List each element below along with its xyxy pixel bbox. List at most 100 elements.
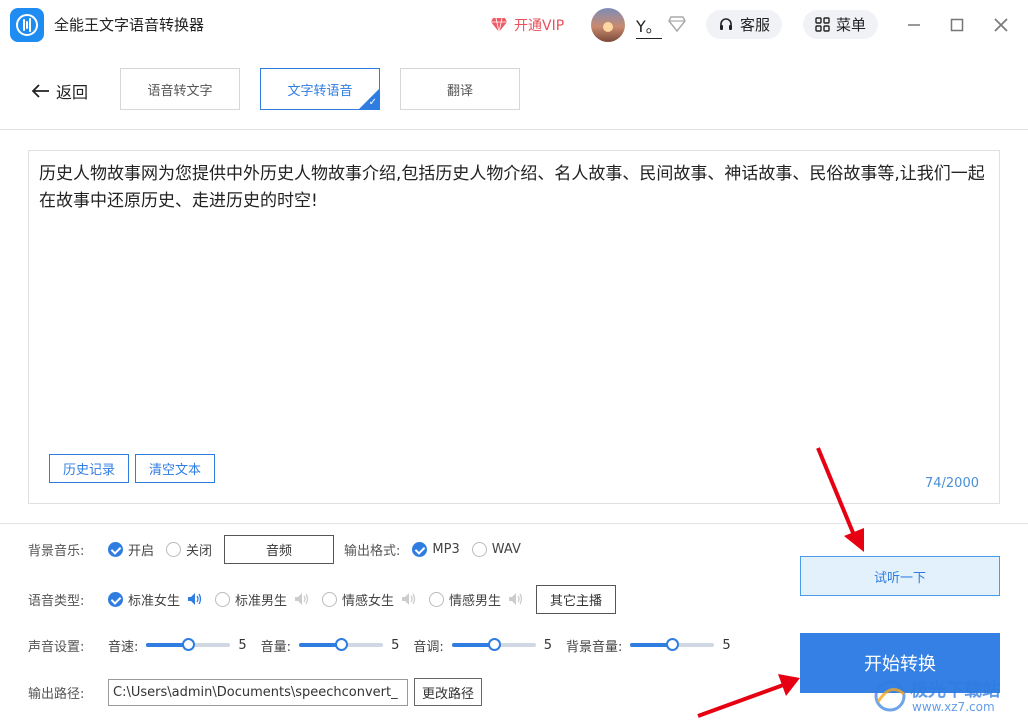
voice-label: 语音类型: [28,593,85,609]
option-label: WAV [491,541,521,557]
username[interactable]: Y。 [636,13,662,39]
change-path-label: 更改路径 [421,686,474,702]
minimize-button[interactable] [902,13,926,37]
slider-knob[interactable] [335,638,349,651]
menu-label: 菜单 [836,16,867,34]
radio-checked-icon[interactable] [108,591,123,607]
preview-button[interactable]: 试听一下 [800,556,1000,596]
tab-translate[interactable]: 翻译 [400,68,520,110]
watermark-text: 极光下载站 [910,680,1000,701]
bgm-off-option[interactable]: 关闭 [166,540,212,559]
output-path-input[interactable]: C:\Users\admin\Documents\speechconvert_ [108,678,408,706]
headset-icon [720,17,732,30]
maximize-icon [950,18,964,32]
option-label: 标准男生 [235,593,288,609]
radio-icon[interactable] [215,591,231,607]
voice-option-standard-female[interactable]: 标准女生 [108,590,203,609]
voice-option-standard-male[interactable]: 标准男生 [215,590,310,609]
audio-label: 音频 [266,543,293,559]
radio-icon[interactable] [429,591,445,607]
divider [0,523,1028,524]
nav-row: 返回 语音转文字 文字转语音 ✓ 翻译 [0,50,1028,130]
option-label: 开启 [128,543,155,559]
tab-speech-to-text[interactable]: 语音转文字 [120,68,240,110]
audio-button[interactable]: 音频 [224,534,335,564]
close-icon [994,18,1008,32]
service-label: 客服 [740,16,771,34]
option-label: 关闭 [186,543,213,559]
bgm-on-option[interactable]: 开启 [108,540,154,559]
speaker-icon[interactable] [294,592,310,606]
maximize-button[interactable] [945,13,969,37]
radio-checked-icon[interactable] [412,541,428,557]
grid-icon [815,17,830,32]
output-label: 输出路径: [28,686,85,702]
format-wav-option[interactable]: WAV [471,541,521,557]
volume-slider[interactable] [299,638,384,651]
radio-icon[interactable] [166,541,182,557]
app-logo-icon [10,8,44,42]
voice-row: 语音类型: 标准女生 标准男生 情感女生 情感男生 其它主播 [28,584,617,614]
slider-label: 背景音量: [566,639,623,655]
pitch-slider[interactable] [451,638,536,651]
slider-label: 音调: [413,639,444,655]
option-label: 情感女生 [342,593,395,609]
format-mp3-option[interactable]: MP3 [412,541,460,557]
diamond-icon [491,17,507,33]
minimize-icon [908,24,920,26]
voice-option-emotional-female[interactable]: 情感女生 [322,590,417,609]
slider-value: 5 [543,637,553,653]
check-icon: ✓ [368,97,377,108]
slider-value: 5 [391,637,400,653]
voice-option-emotional-male[interactable]: 情感男生 [429,590,524,609]
watermark-url: www.xz7.com [912,700,995,714]
avatar[interactable] [591,8,625,42]
tab-label: 语音转文字 [147,83,213,99]
vip-label: 开通VIP [514,18,565,34]
radio-icon[interactable] [322,591,338,607]
other-anchors-label: 其它主播 [550,593,603,609]
bg-volume-slider[interactable] [630,638,715,651]
editor-text[interactable]: 历史人物故事网为您提供中外历史人物故事介绍,包括历史人物介绍、名人故事、民间故事… [39,161,989,215]
slider-value: 5 [238,637,247,653]
option-label: MP3 [432,541,460,557]
slider-knob[interactable] [182,638,196,651]
output-row: 输出路径: C:\Users\admin\Documents\speechcon… [28,677,482,707]
back-button[interactable]: 返回 [32,79,88,103]
speaker-icon[interactable] [187,592,203,606]
sound-label: 声音设置: [28,639,85,655]
pitch-slider-group: 音调: 5 [413,636,552,655]
menu-button[interactable]: 菜单 [803,10,878,39]
preview-label: 试听一下 [873,570,926,586]
change-path-button[interactable]: 更改路径 [414,678,482,706]
slider-knob[interactable] [487,638,501,651]
other-anchors-button[interactable]: 其它主播 [536,584,617,614]
tab-label: 文字转语音 [287,83,353,99]
option-label: 情感男生 [449,593,502,609]
vip-button[interactable]: 开通VIP [490,15,564,35]
radio-icon[interactable] [471,541,487,557]
close-button[interactable] [989,13,1013,37]
slider-value: 5 [722,637,731,653]
option-label: 标准女生 [128,593,181,609]
tab-text-to-speech[interactable]: 文字转语音 ✓ [260,68,380,110]
volume-slider-group: 音量: 5 [261,636,400,655]
sound-row: 声音设置: 音速: 5 音量: 5 音调: 5 背景音量: 5 [28,630,745,660]
bg-volume-slider-group: 背景音量: 5 [566,636,731,655]
radio-checked-icon[interactable] [108,541,123,557]
back-label: 返回 [56,83,89,102]
format-label: 输出格式: [344,543,401,559]
speed-slider[interactable] [146,638,231,651]
title-bar: 全能王文字语音转换器 开通VIP Y。 客服 菜单 [0,0,1028,50]
text-editor[interactable]: 历史人物故事网为您提供中外历史人物故事介绍,包括历史人物介绍、名人故事、民间故事… [28,150,1000,504]
service-button[interactable]: 客服 [706,10,782,39]
clear-text-button[interactable]: 清空文本 [135,454,215,483]
speaker-icon[interactable] [401,592,417,606]
speaker-icon[interactable] [508,592,524,606]
annotation-arrow-start [697,674,800,718]
slider-knob[interactable] [666,638,680,651]
history-button[interactable]: 历史记录 [49,454,129,483]
clear-label: 清空文本 [148,463,201,478]
slider-label: 音量: [260,639,292,655]
arrow-left-icon [32,84,49,98]
